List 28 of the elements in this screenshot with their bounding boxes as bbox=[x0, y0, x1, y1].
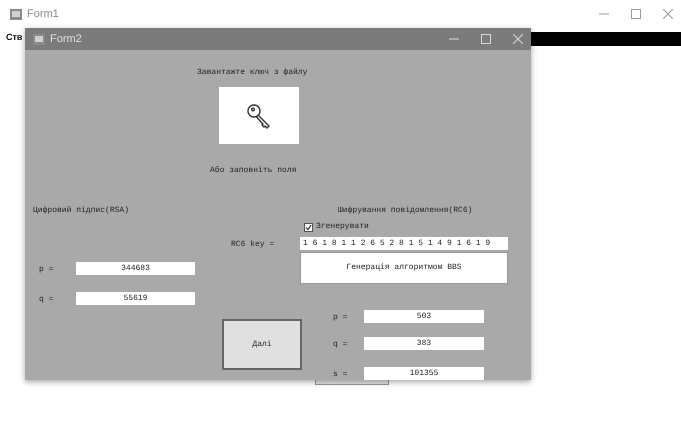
section-title: Цифровий підпис(RSA) bbox=[33, 205, 130, 217]
field-label: p = bbox=[333, 312, 348, 324]
generate-checkbox[interactable]: Згенерувати bbox=[304, 221, 369, 233]
input-field[interactable]: 503 bbox=[364, 310, 484, 323]
section-title: Шифрування повідомлення(RC6) bbox=[338, 205, 472, 217]
key-label: RC6 key = bbox=[231, 239, 274, 251]
field-label: s = bbox=[333, 369, 348, 381]
key-input-field[interactable]: 1 6 1 8 1 1 2 6 5 2 8 1 5 1 4 9 1 6 1 9 bbox=[300, 237, 508, 250]
or-label: Або заповніть поля bbox=[210, 165, 296, 177]
maximize-icon[interactable] bbox=[631, 9, 641, 19]
field-label: q = bbox=[39, 294, 54, 306]
input-field[interactable]: 55619 bbox=[76, 292, 195, 305]
app-icon bbox=[33, 34, 45, 44]
load-label: Завантажте ключ з файлу bbox=[197, 67, 308, 79]
input-field[interactable]: 101355 bbox=[364, 367, 484, 380]
window-title: Form2 bbox=[50, 32, 82, 47]
key-button[interactable] bbox=[219, 87, 299, 144]
input-field[interactable]: 344683 bbox=[76, 262, 195, 275]
app-icon bbox=[10, 8, 22, 20]
close-icon[interactable] bbox=[663, 9, 673, 19]
bbs-button[interactable]: Генерація алгоритмом BBS bbox=[300, 252, 508, 284]
window-title: Form1 bbox=[27, 6, 59, 22]
field-label: p = bbox=[39, 264, 54, 276]
input-field[interactable]: 383 bbox=[364, 337, 484, 350]
field-label: q = bbox=[333, 339, 348, 351]
form-label: Ств bbox=[6, 31, 22, 44]
next-button[interactable]: Далі bbox=[222, 319, 302, 370]
check-icon bbox=[305, 224, 312, 230]
